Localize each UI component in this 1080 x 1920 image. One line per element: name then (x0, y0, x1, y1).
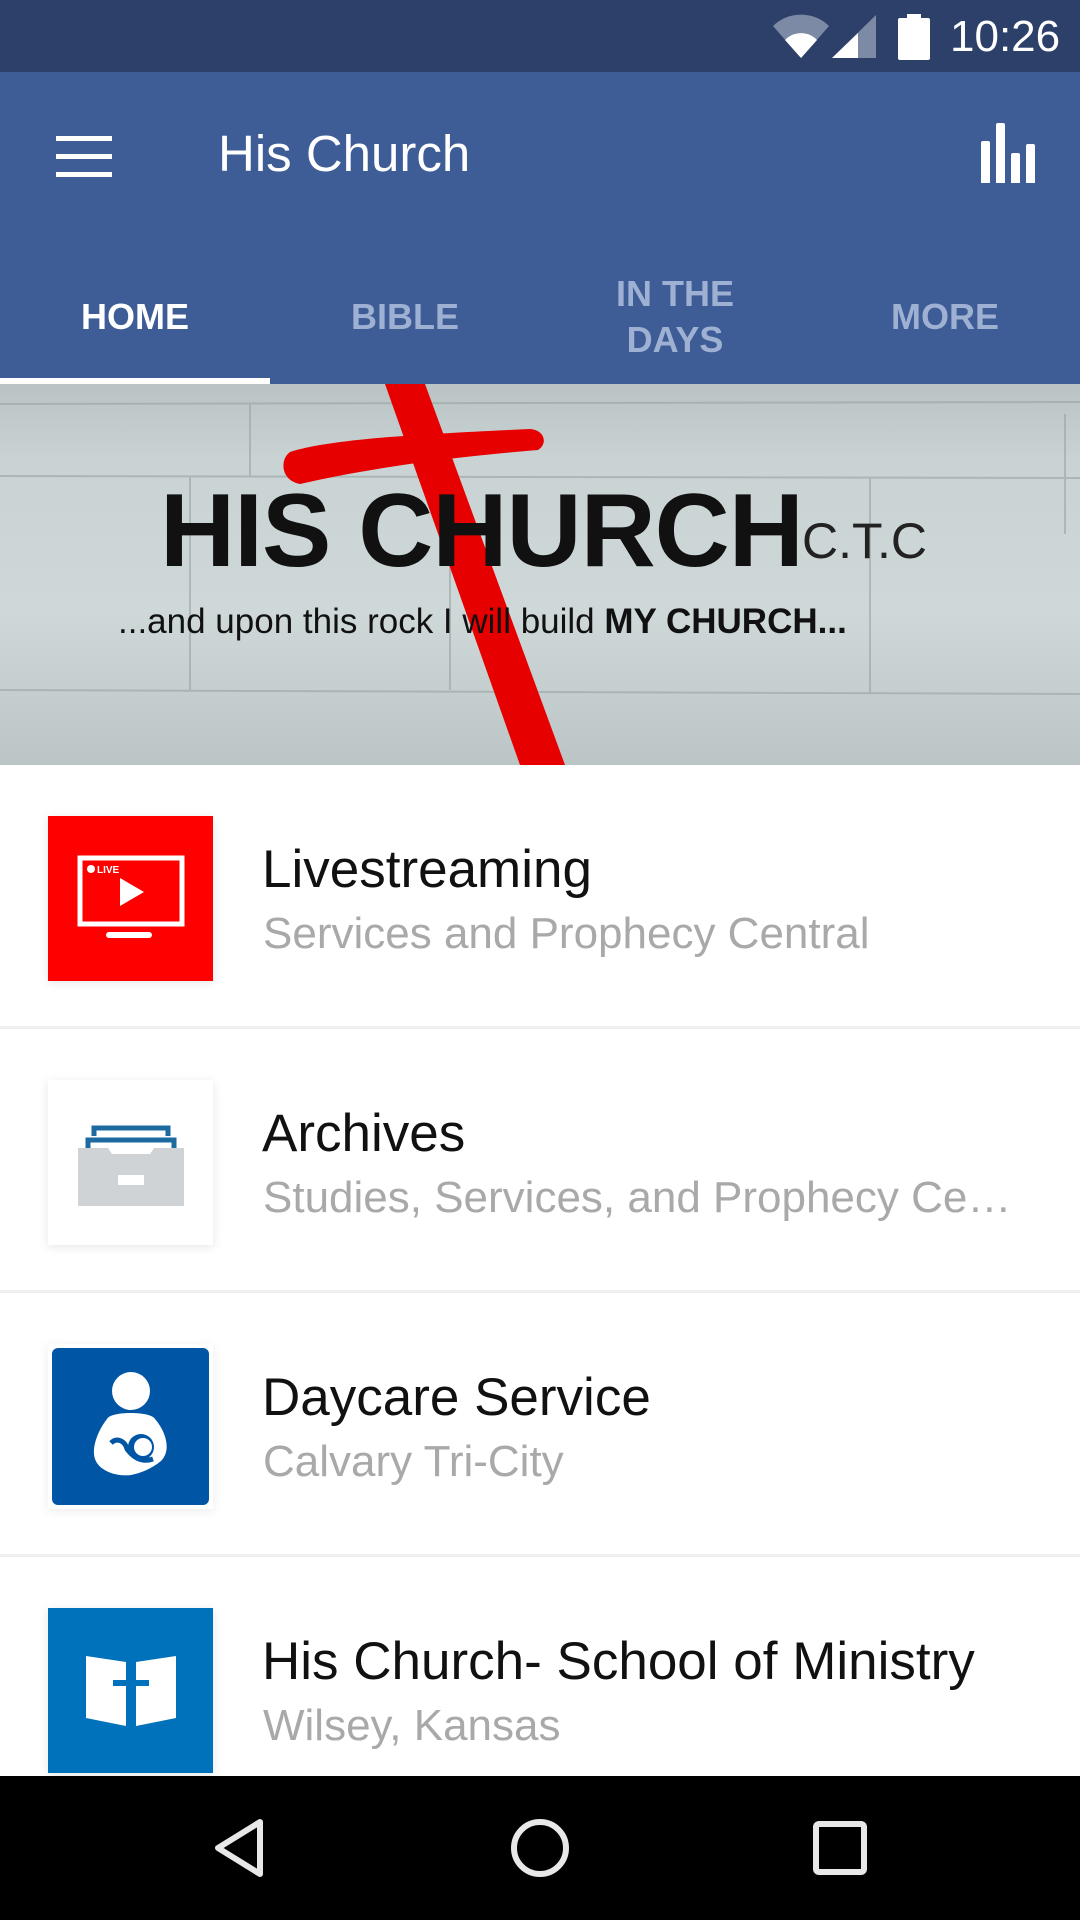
status-time: 10:26 (950, 12, 1061, 61)
list-item-title: His Church- School of Ministry (262, 1632, 975, 1691)
tab-label: BIBLE (351, 296, 459, 337)
list-item-daycare[interactable]: Daycare Service Calvary Tri-City (0, 1293, 1080, 1557)
list-item-subtitle: Studies, Services, and Prophecy Central (263, 1173, 1033, 1222)
list-item-title: Archives (262, 1104, 466, 1163)
archive-drawer-icon (48, 1080, 213, 1245)
list-item-livestreaming[interactable]: LIVE Livestreaming Services and Prophecy… (0, 765, 1080, 1029)
recents-icon[interactable] (792, 1808, 888, 1888)
system-nav-bar (0, 1776, 1080, 1920)
list-item-title: Daycare Service (262, 1368, 651, 1427)
tagline-bold: MY CHURCH... (604, 602, 847, 641)
tab-more[interactable]: MORE (810, 240, 1080, 384)
cell-signal-icon (832, 15, 876, 58)
banner-suffix: C.T.C (802, 513, 927, 569)
back-icon[interactable] (192, 1808, 288, 1888)
tab-label: MORE (891, 296, 999, 337)
list-item-archives[interactable]: Archives Studies, Services, and Prophecy… (0, 1029, 1080, 1293)
status-bar: 10:26 (0, 0, 1080, 72)
tab-label: HOME (81, 296, 189, 337)
list-item-title: Livestreaming (262, 840, 592, 899)
wifi-icon (773, 14, 829, 58)
tab-home[interactable]: HOME (0, 240, 270, 384)
mother-child-icon (48, 1344, 213, 1509)
tab-in-the-days[interactable]: IN THE DAYS (540, 240, 810, 384)
bible-cross-icon (48, 1608, 213, 1773)
app-title: His Church (218, 125, 471, 182)
battery-icon (898, 14, 930, 60)
bar-chart-icon[interactable] (966, 116, 1038, 196)
hamburger-menu-icon[interactable] (46, 128, 122, 192)
tab-label: IN THE DAYS (615, 273, 734, 360)
feature-list: LIVE Livestreaming Services and Prophecy… (0, 765, 1080, 1821)
list-item-subtitle: Wilsey, Kansas (263, 1701, 561, 1750)
tagline-plain: ...and upon this rock I will build (118, 602, 605, 641)
list-item-subtitle: Calvary Tri-City (263, 1437, 564, 1486)
app-bar: His Church HOME BIBLE IN THE DAYS MORE (0, 72, 1080, 384)
tab-bar: HOME BIBLE IN THE DAYS MORE (0, 240, 1080, 384)
live-tv-icon: LIVE (48, 816, 213, 981)
home-icon[interactable] (492, 1808, 588, 1888)
banner-title: HIS CHURCH (160, 473, 804, 589)
list-item-subtitle: Services and Prophecy Central (263, 909, 870, 958)
banner-tagline: ...and upon this rock I will build MY CH… (118, 602, 847, 642)
live-badge: LIVE (97, 865, 120, 876)
tab-bible[interactable]: BIBLE (270, 240, 540, 384)
church-banner[interactable]: HIS CHURCH C.T.C ...and upon this rock I… (0, 384, 1080, 765)
